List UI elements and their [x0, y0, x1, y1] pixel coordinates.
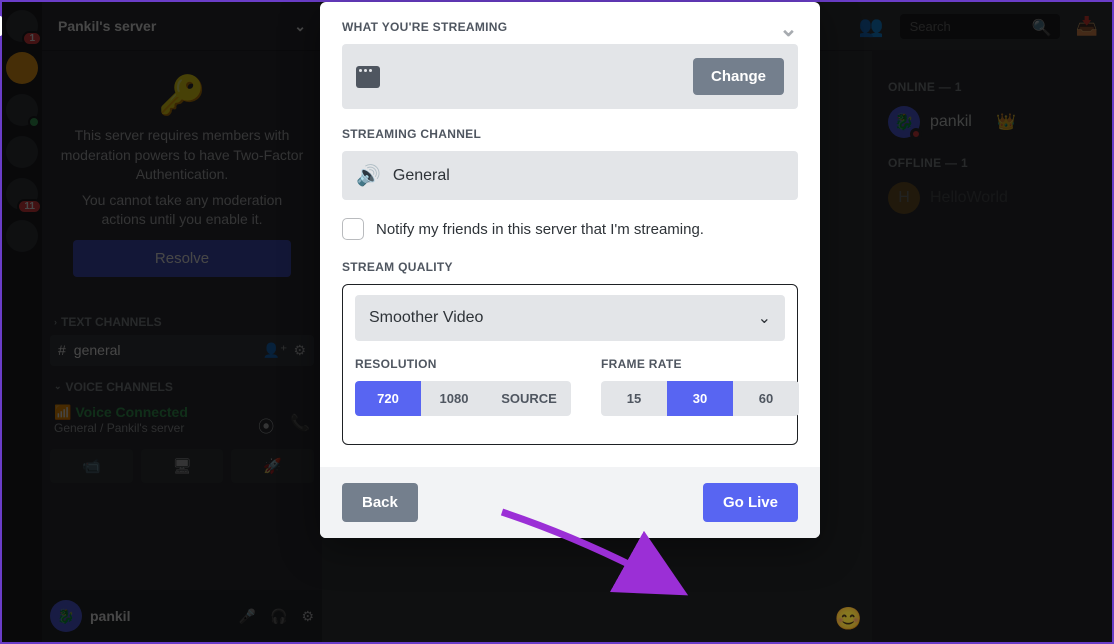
chevron-down-icon[interactable]: ⌄	[779, 16, 798, 42]
resolution-header: RESOLUTION	[355, 357, 571, 371]
res-1080[interactable]: 1080	[421, 381, 487, 416]
quality-dropdown[interactable]: Smoother Video ⌄	[355, 295, 785, 341]
channel-name: General	[393, 167, 450, 185]
window-icon	[356, 66, 380, 88]
framerate-segment: 15 30 60	[601, 381, 799, 416]
checkbox-icon[interactable]	[342, 218, 364, 240]
dropdown-value: Smoother Video	[369, 309, 483, 327]
stream-modal: WHAT YOU'RE STREAMING ⌄ Change STREAMING…	[320, 2, 820, 538]
section-header: STREAMING CHANNEL	[342, 127, 798, 141]
chevron-down-icon: ⌄	[758, 308, 771, 328]
speaker-icon: 🔊	[356, 163, 381, 188]
emoji-button[interactable]: 😊	[835, 606, 862, 632]
stream-channel-row[interactable]: 🔊 General	[342, 151, 798, 200]
framerate-header: FRAME RATE	[601, 357, 799, 371]
stream-source-row: Change	[342, 44, 798, 109]
fps-60[interactable]: 60	[733, 381, 799, 416]
notify-label: Notify my friends in this server that I'…	[376, 221, 704, 238]
notify-checkbox[interactable]: Notify my friends in this server that I'…	[342, 218, 798, 240]
res-720[interactable]: 720	[355, 381, 421, 416]
section-header: STREAM QUALITY	[342, 260, 798, 274]
res-source[interactable]: SOURCE	[487, 381, 571, 416]
resolution-segment: 720 1080 SOURCE	[355, 381, 571, 416]
back-button[interactable]: Back	[342, 483, 418, 522]
go-live-button[interactable]: Go Live	[703, 483, 798, 522]
quality-box: Smoother Video ⌄ RESOLUTION 720 1080 SOU…	[342, 284, 798, 445]
fps-30[interactable]: 30	[667, 381, 733, 416]
section-header: WHAT YOU'RE STREAMING ⌄	[342, 20, 798, 34]
fps-15[interactable]: 15	[601, 381, 667, 416]
change-button[interactable]: Change	[693, 58, 784, 95]
